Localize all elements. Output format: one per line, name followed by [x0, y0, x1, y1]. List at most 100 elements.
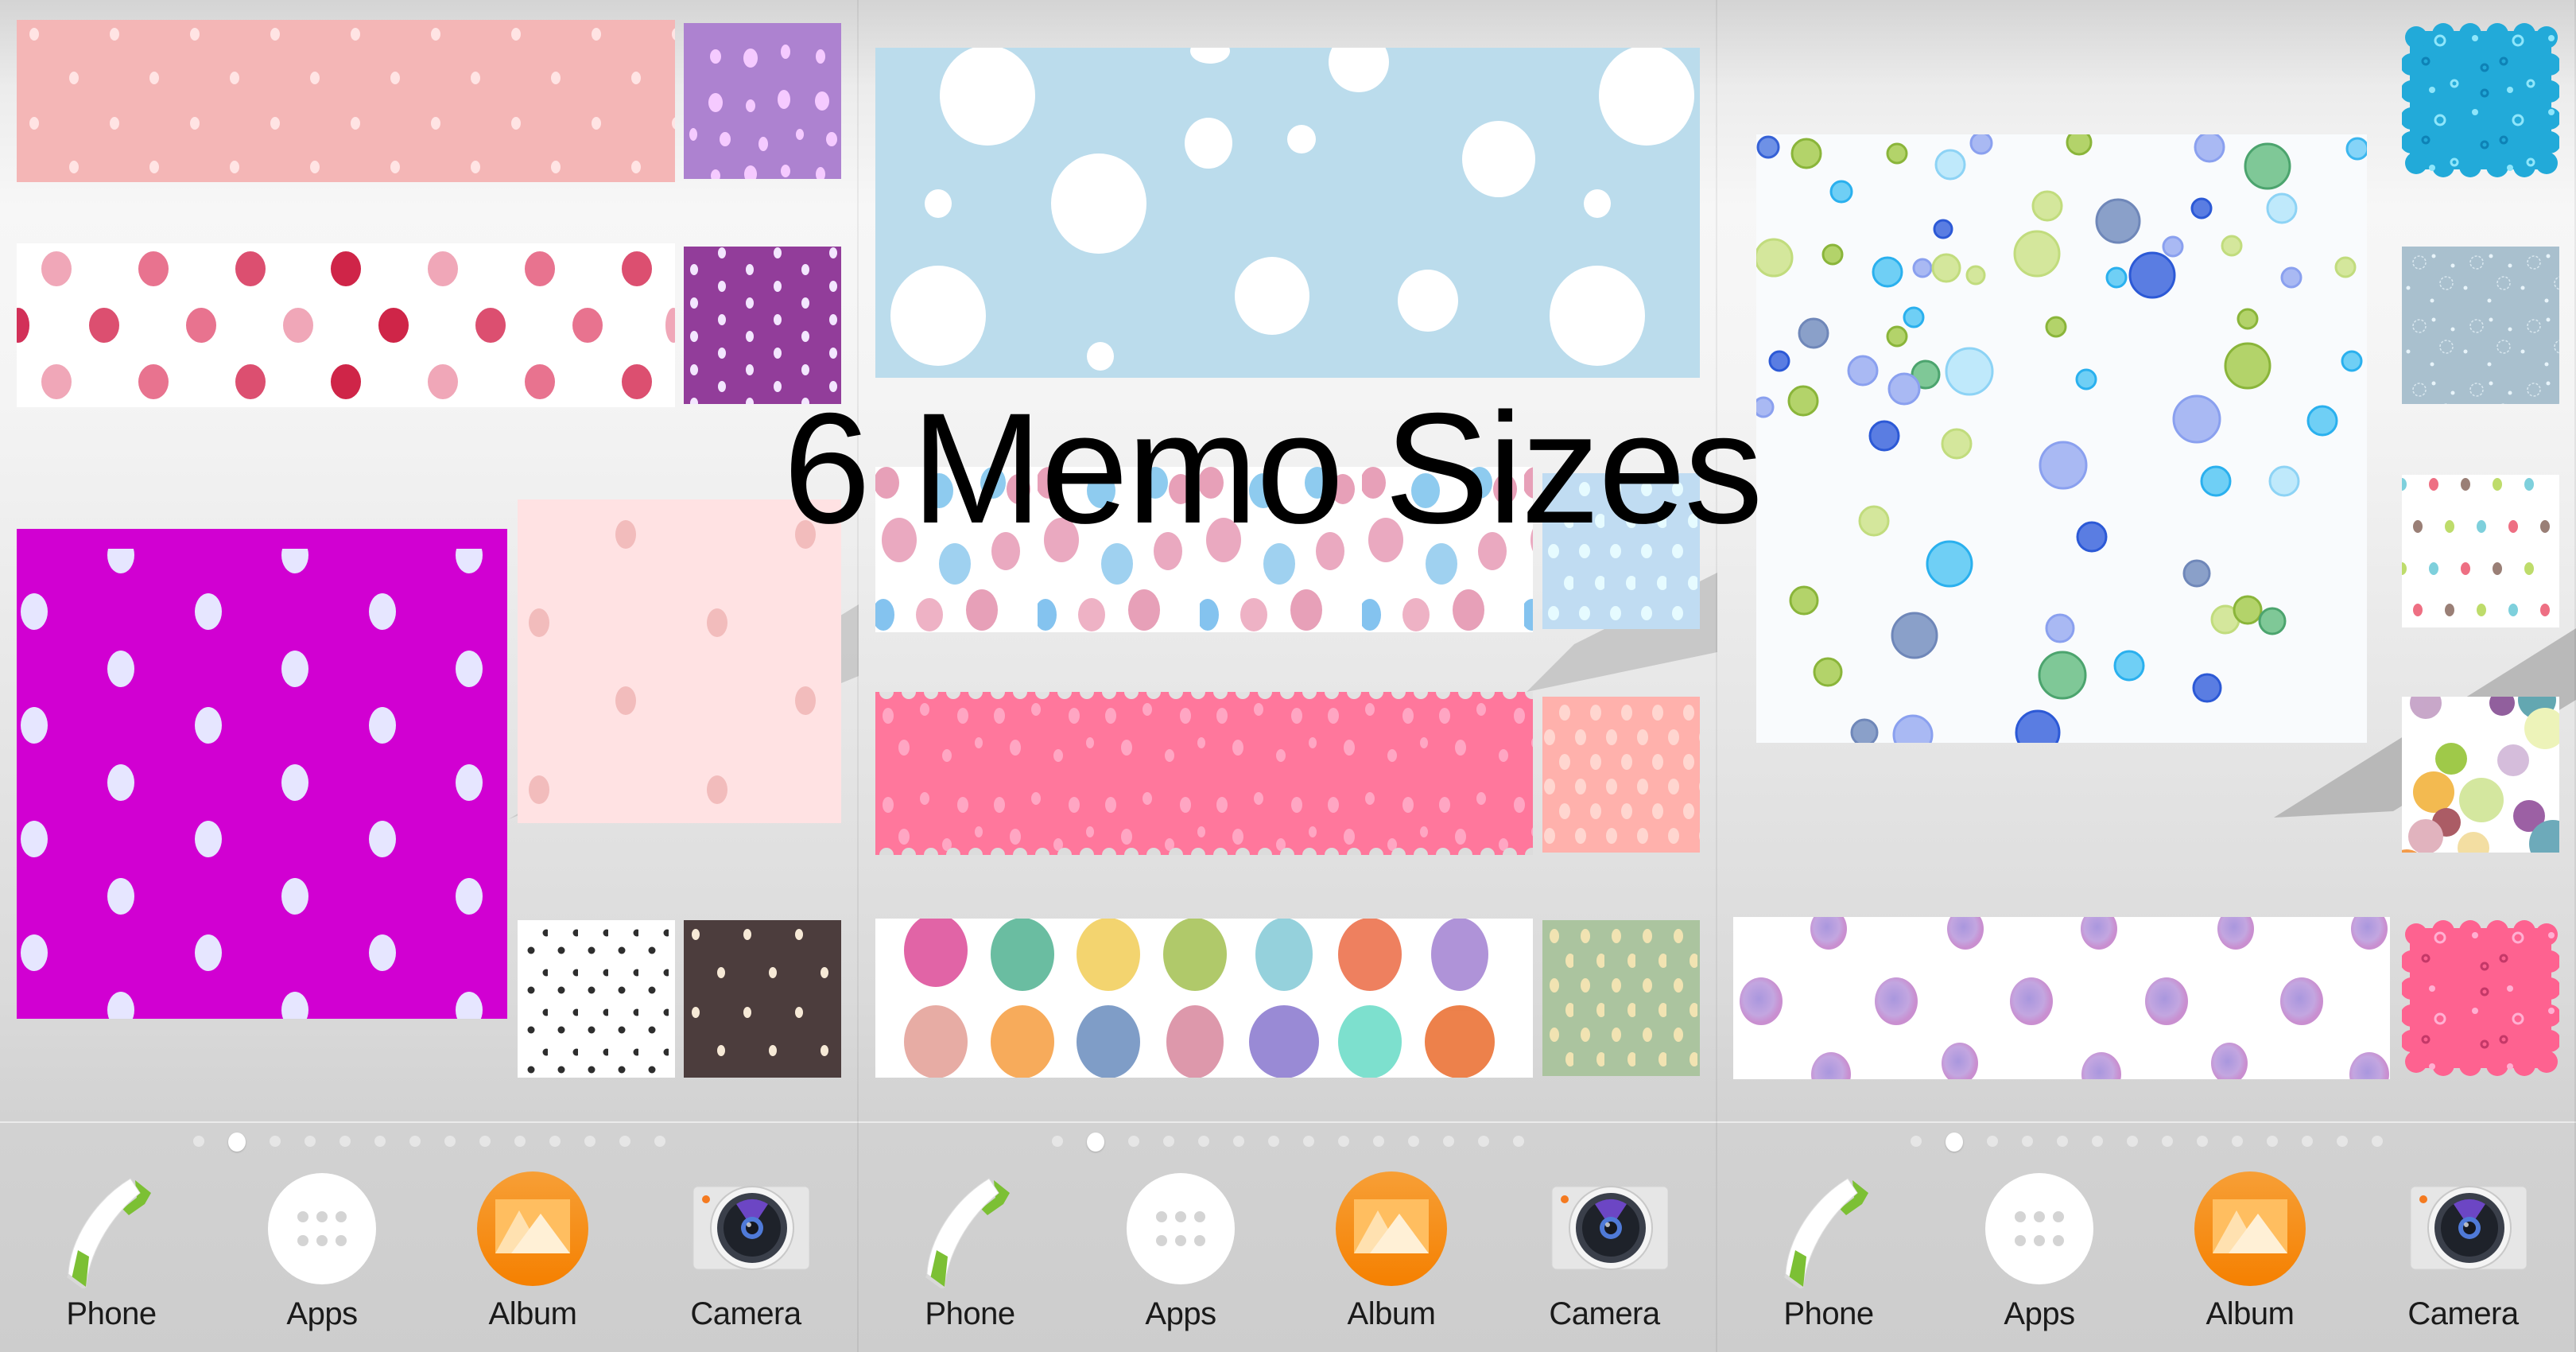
dock-app-apps[interactable]: Apps: [246, 1169, 398, 1332]
dock-app-album[interactable]: Album: [457, 1169, 608, 1332]
page-dot[interactable]: [1052, 1136, 1063, 1147]
page-dot[interactable]: [2127, 1136, 2138, 1147]
page-dot[interactable]: [444, 1136, 456, 1147]
page-dot[interactable]: [409, 1136, 421, 1147]
page-dot[interactable]: [270, 1136, 281, 1147]
page-dot[interactable]: [1268, 1136, 1279, 1147]
apps-grid-icon: [266, 1169, 378, 1288]
page-dot[interactable]: [2057, 1136, 2068, 1147]
memo-sage-dots-small[interactable]: [1542, 920, 1700, 1076]
dock-app-label: Album: [1347, 1296, 1436, 1331]
dock-separator: [859, 1121, 1717, 1123]
page-dot-active[interactable]: [1087, 1132, 1104, 1152]
page-indicator[interactable]: [859, 1132, 1717, 1152]
memo-confetti-circles-small[interactable]: [2402, 697, 2559, 853]
page-dot[interactable]: [619, 1136, 630, 1147]
page-dot[interactable]: [2267, 1136, 2278, 1147]
page-dot[interactable]: [2232, 1136, 2243, 1147]
album-icon: [1336, 1169, 1447, 1288]
page-dot[interactable]: [305, 1136, 316, 1147]
memo-lavender-watercolor-wide[interactable]: [1733, 917, 2390, 1079]
dock-app-label: Album: [488, 1296, 577, 1331]
memo-red-watercolor-dots-wide[interactable]: [17, 243, 675, 407]
memo-hot-pink-scalloped-wide[interactable]: [875, 692, 1533, 855]
memo-cyan-scalloped-small[interactable]: [2402, 23, 2559, 177]
memo-sky-bubbles-wide[interactable]: [875, 48, 1700, 378]
page-dot-active[interactable]: [1946, 1132, 1963, 1152]
dock-app-phone[interactable]: Phone: [894, 1169, 1046, 1332]
page-dot[interactable]: [1338, 1136, 1349, 1147]
page-dot[interactable]: [514, 1136, 526, 1147]
page-dot[interactable]: [1128, 1136, 1139, 1147]
page-dot[interactable]: [479, 1136, 491, 1147]
page-dot[interactable]: [1478, 1136, 1489, 1147]
album-icon: [2194, 1169, 2306, 1288]
apps-grid-icon: [1125, 1169, 1236, 1288]
page-dot[interactable]: [2197, 1136, 2208, 1147]
dock-app-apps[interactable]: Apps: [1964, 1169, 2115, 1332]
phone-icon: [914, 1169, 1026, 1290]
home-screen-3: Phone Apps Album Camera: [1717, 0, 2576, 1352]
page-dot[interactable]: [1911, 1136, 1922, 1147]
page-dot[interactable]: [1373, 1136, 1384, 1147]
page-dot[interactable]: [2092, 1136, 2103, 1147]
dock-app-album[interactable]: Album: [1316, 1169, 1467, 1332]
dock-app-label: Phone: [1783, 1296, 1874, 1331]
home-screen-2: Phone Apps Album Camera: [859, 0, 1717, 1352]
page-indicator[interactable]: [0, 1132, 859, 1152]
page-dot[interactable]: [2337, 1136, 2348, 1147]
page-dot[interactable]: [1408, 1136, 1419, 1147]
dock-app-label: Apps: [286, 1296, 358, 1331]
dock-app-label: Phone: [66, 1296, 157, 1331]
page-dot[interactable]: [1303, 1136, 1314, 1147]
page-dot[interactable]: [193, 1136, 204, 1147]
page-dot[interactable]: [654, 1136, 665, 1147]
page-dot[interactable]: [2372, 1136, 2383, 1147]
page-dot[interactable]: [1513, 1136, 1524, 1147]
dock-app-label: Phone: [925, 1296, 1015, 1331]
memo-grey-blue-circles-small[interactable]: [2402, 247, 2559, 404]
page-dot[interactable]: [2162, 1136, 2173, 1147]
memo-glossy-bubbles-large[interactable]: [1756, 134, 2367, 743]
page-dot[interactable]: [1987, 1136, 1998, 1147]
dock-app-album[interactable]: Album: [2174, 1169, 2326, 1332]
page-dot[interactable]: [549, 1136, 561, 1147]
dock-app-camera[interactable]: Camera: [1529, 1169, 1680, 1332]
page-dot[interactable]: [339, 1136, 351, 1147]
memo-magenta-polka-large[interactable]: [17, 529, 507, 1019]
page-dot[interactable]: [1198, 1136, 1209, 1147]
camera-icon: [1549, 1169, 1669, 1288]
dock-app-phone[interactable]: Phone: [1753, 1169, 1904, 1332]
apps-grid-icon: [1984, 1169, 2095, 1288]
dock: Phone Apps Album Camera: [0, 1169, 859, 1352]
page-dot[interactable]: [584, 1136, 596, 1147]
dock-app-phone[interactable]: Phone: [36, 1169, 187, 1332]
page-dot[interactable]: [1443, 1136, 1454, 1147]
page-dot[interactable]: [2022, 1136, 2033, 1147]
dock-app-label: Camera: [1549, 1296, 1660, 1331]
page-dot[interactable]: [2302, 1136, 2313, 1147]
memo-watercolor-blobs-wide[interactable]: [875, 919, 1533, 1078]
dock-app-camera[interactable]: Camera: [670, 1169, 821, 1332]
dock-app-camera[interactable]: Camera: [2388, 1169, 2539, 1332]
dock-app-apps[interactable]: Apps: [1105, 1169, 1256, 1332]
memo-multicolor-dots-small[interactable]: [2402, 475, 2559, 627]
page-dot[interactable]: [374, 1136, 386, 1147]
page-indicator[interactable]: [1717, 1132, 2576, 1152]
memo-pink-scalloped-small[interactable]: [2402, 920, 2559, 1076]
dock-separator: [1717, 1121, 2576, 1123]
album-icon: [477, 1169, 588, 1288]
phone-icon: [1773, 1169, 1884, 1290]
memo-black-dots-small[interactable]: [518, 920, 675, 1078]
memo-pink-polka-wide[interactable]: [17, 20, 675, 182]
memo-brown-dots-small[interactable]: [684, 920, 841, 1078]
page-dot[interactable]: [1163, 1136, 1174, 1147]
dock-app-label: Camera: [2407, 1296, 2519, 1331]
page-dot-active[interactable]: [228, 1132, 246, 1152]
memo-salmon-dots-small[interactable]: [1542, 697, 1700, 853]
memo-lavender-dots-small[interactable]: [684, 23, 841, 179]
page-dot[interactable]: [1233, 1136, 1244, 1147]
dock-app-label: Apps: [2004, 1296, 2075, 1331]
dock: Phone Apps Album Camera: [1717, 1169, 2576, 1352]
camera-icon: [2407, 1169, 2528, 1288]
